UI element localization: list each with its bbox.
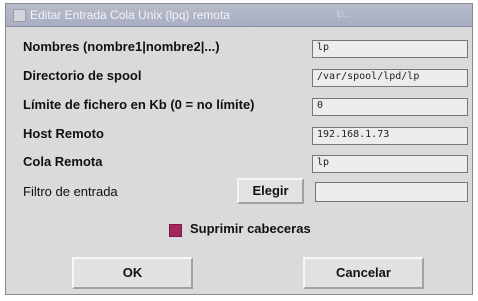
- ok-button[interactable]: OK: [72, 257, 193, 289]
- input-filter-label: Filtro de entrada: [23, 184, 118, 199]
- input-filter-field[interactable]: [315, 182, 468, 202]
- file-limit-label: Límite de fichero en Kb (0 = no límite): [23, 97, 255, 112]
- remote-host-field[interactable]: 192.168.1.73: [312, 127, 468, 145]
- remote-queue-field[interactable]: lp: [312, 155, 468, 173]
- window-title-extra: lp...: [336, 8, 350, 20]
- remote-host-label: Host Remoto: [23, 126, 104, 141]
- suppress-headers-checkbox[interactable]: [169, 224, 182, 237]
- spool-dir-label: Directorio de spool: [23, 68, 142, 83]
- names-label: Nombres (nombre1|nombre2|...): [23, 39, 220, 54]
- suppress-headers-label[interactable]: Suprimir cabeceras: [190, 221, 311, 236]
- cancel-button[interactable]: Cancelar: [303, 257, 424, 289]
- window-title: Editar Entrada Cola Unix (lpq) remota: [30, 8, 231, 22]
- names-field[interactable]: lp: [312, 40, 468, 58]
- choose-filter-button[interactable]: Elegir: [237, 178, 304, 204]
- dialog-window: Editar Entrada Cola Unix (lpq) remota lp…: [5, 3, 473, 295]
- title-bar[interactable]: Editar Entrada Cola Unix (lpq) remota lp…: [6, 4, 472, 27]
- remote-queue-label: Cola Remota: [23, 154, 103, 169]
- spool-dir-field[interactable]: /var/spool/lpd/lp: [312, 69, 468, 87]
- window-menu-icon[interactable]: [13, 9, 26, 22]
- file-limit-field[interactable]: 0: [312, 98, 468, 116]
